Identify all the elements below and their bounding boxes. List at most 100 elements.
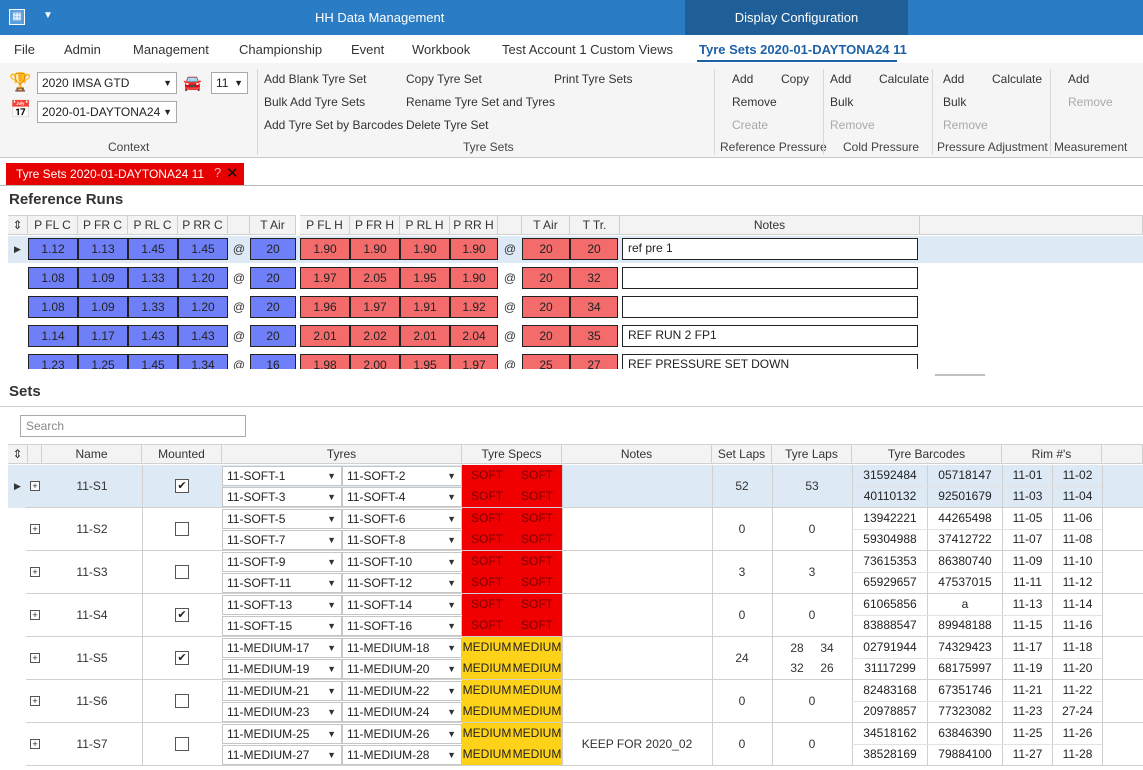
tyre-barcode[interactable]: 59304988 xyxy=(852,529,927,550)
cold-pressure-bulk-button[interactable]: Bulk xyxy=(830,95,853,109)
column-header[interactable]: Tyre Laps xyxy=(772,444,852,464)
ref-pressure-create-button[interactable]: Create xyxy=(732,118,768,132)
set-row[interactable]: +11-S2 11-SOFT-5 ▼ 11-SOFT-6 ▼ 11-SOFT-7 ▼ 11-S… xyxy=(26,508,1143,551)
tyre-select[interactable]: 11-SOFT-12 ▼ xyxy=(342,573,462,593)
column-header[interactable]: Notes xyxy=(562,444,712,464)
mounted-checkbox[interactable] xyxy=(175,737,189,751)
context-tab-display-configuration[interactable]: Display Configuration xyxy=(685,0,908,35)
expand-icon[interactable]: + xyxy=(30,524,40,534)
tyre-barcode[interactable]: 82483168 xyxy=(852,680,927,701)
set-row[interactable]: +11-S6 11-MEDIUM-21 ▼ 11-MEDIUM-22 ▼ 11-MEDIU… xyxy=(26,680,1143,723)
rim-number[interactable]: 11-08 xyxy=(1052,529,1102,550)
set-name[interactable]: 11-S7 xyxy=(42,737,142,751)
tyre-barcode[interactable]: 63846390 xyxy=(927,723,1002,744)
rim-number[interactable]: 11-20 xyxy=(1052,658,1102,679)
set-row[interactable]: +11-S3 11-SOFT-9 ▼ 11-SOFT-10 ▼ 11-SOFT-11 ▼ 11… xyxy=(26,551,1143,594)
menu-tyre-sets[interactable]: Tyre Sets 2020-01-DAYTONA24 11 xyxy=(699,42,907,57)
menu-management[interactable]: Management xyxy=(133,42,209,57)
tyre-select[interactable]: 11-MEDIUM-26 ▼ xyxy=(342,724,462,744)
menu-admin[interactable]: Admin xyxy=(64,42,101,57)
tyre-barcode[interactable]: 47537015 xyxy=(927,572,1002,593)
tyre-select[interactable]: 11-MEDIUM-22 ▼ xyxy=(342,681,462,701)
measurement-remove-button[interactable]: Remove xyxy=(1068,95,1113,109)
bulk-add-tyre-sets-button[interactable]: Bulk Add Tyre Sets xyxy=(264,95,365,109)
tyre-barcode[interactable]: 34518162 xyxy=(852,723,927,744)
delete-tyre-set-button[interactable]: Delete Tyre Set xyxy=(406,118,489,132)
menu-workbook[interactable]: Workbook xyxy=(412,42,470,57)
pressure-adj-bulk-button[interactable]: Bulk xyxy=(943,95,966,109)
rim-number[interactable]: 11-12 xyxy=(1052,572,1102,593)
tyre-barcode[interactable]: 89948188 xyxy=(927,615,1002,636)
set-row[interactable]: +11-S7 11-MEDIUM-25 ▼ 11-MEDIUM-26 ▼ 11-MEDIU… xyxy=(26,723,1143,766)
tyre-barcode[interactable]: 86380740 xyxy=(927,551,1002,572)
document-tab[interactable]: Tyre Sets 2020-01-DAYTONA24 11 ? ✕ xyxy=(6,163,244,185)
tyre-barcode[interactable]: 02791944 xyxy=(852,637,927,658)
rim-number[interactable]: 11-10 xyxy=(1052,551,1102,572)
championship-select[interactable]: 2020 IMSA GTD ▼ xyxy=(37,72,177,94)
tyre-barcode[interactable]: 61065856 xyxy=(852,594,927,615)
tyre-barcode[interactable]: 31117299 xyxy=(852,658,927,679)
rim-number[interactable]: 11-05 xyxy=(1002,508,1052,529)
rim-number[interactable]: 11-27 xyxy=(1002,744,1052,765)
sort-icon[interactable]: ⇕ xyxy=(8,444,28,464)
pressure-adj-remove-button[interactable]: Remove xyxy=(943,118,988,132)
add-tyre-set-by-barcodes-button[interactable]: Add Tyre Set by Barcodes xyxy=(264,118,403,132)
expand-icon[interactable]: + xyxy=(30,567,40,577)
tyre-select[interactable]: 11-MEDIUM-27 ▼ xyxy=(222,745,342,765)
rim-number[interactable]: 11-06 xyxy=(1052,508,1102,529)
rim-number[interactable]: 11-21 xyxy=(1002,680,1052,701)
help-icon[interactable]: ? xyxy=(214,165,221,180)
column-header[interactable]: Tyres xyxy=(222,444,462,464)
expand-icon[interactable]: + xyxy=(30,739,40,749)
rim-number[interactable]: 11-22 xyxy=(1052,680,1102,701)
car-select[interactable]: 11 ▼ xyxy=(211,72,248,94)
set-row[interactable]: +11-S4 ✔ 11-SOFT-13 ▼ 11-SOFT-14 ▼ 11-SOFT-15 ▼… xyxy=(26,594,1143,637)
close-icon[interactable]: ✕ xyxy=(226,164,239,182)
mounted-checkbox[interactable] xyxy=(175,694,189,708)
tyre-select[interactable]: 11-SOFT-2 ▼ xyxy=(342,466,462,486)
tyre-select[interactable]: 11-SOFT-14 ▼ xyxy=(342,595,462,615)
copy-tyre-set-button[interactable]: Copy Tyre Set xyxy=(406,72,482,86)
pressure-adj-calculate-button[interactable]: Calculate xyxy=(992,72,1042,86)
mounted-checkbox[interactable] xyxy=(175,522,189,536)
rim-number[interactable]: 11-07 xyxy=(1002,529,1052,550)
tyre-select[interactable]: 11-MEDIUM-17 ▼ xyxy=(222,638,342,658)
tyre-select[interactable]: 11-MEDIUM-23 ▼ xyxy=(222,702,342,722)
tyre-barcode[interactable]: 37412722 xyxy=(927,529,1002,550)
set-name[interactable]: 11-S5 xyxy=(42,651,142,665)
measurement-add-button[interactable]: Add xyxy=(1068,72,1089,86)
tyre-select[interactable]: 11-MEDIUM-20 ▼ xyxy=(342,659,462,679)
rim-number[interactable]: 27-24 xyxy=(1052,701,1102,722)
tyre-select[interactable]: 11-MEDIUM-18 ▼ xyxy=(342,638,462,658)
chevron-down-icon[interactable]: ▼ xyxy=(43,10,53,21)
rim-number[interactable]: 11-02 xyxy=(1052,465,1102,486)
set-notes[interactable]: KEEP FOR 2020_02 xyxy=(562,737,712,751)
rim-number[interactable]: 11-09 xyxy=(1002,551,1052,572)
tyre-select[interactable]: 11-MEDIUM-28 ▼ xyxy=(342,745,462,765)
tyre-select[interactable]: 11-SOFT-1 ▼ xyxy=(222,466,342,486)
tyre-barcode[interactable]: 38528169 xyxy=(852,744,927,765)
tyre-barcode[interactable]: 74329423 xyxy=(927,637,1002,658)
tyre-barcode[interactable]: 77323082 xyxy=(927,701,1002,722)
tyre-barcode[interactable]: 20978857 xyxy=(852,701,927,722)
rim-number[interactable]: 11-03 xyxy=(1002,486,1052,507)
tyre-select[interactable]: 11-SOFT-3 ▼ xyxy=(222,487,342,507)
menu-custom-views[interactable]: Test Account 1 Custom Views xyxy=(502,42,673,57)
mounted-checkbox[interactable] xyxy=(175,565,189,579)
tyre-barcode[interactable]: 65929657 xyxy=(852,572,927,593)
column-header[interactable]: Name xyxy=(42,444,142,464)
tyre-select[interactable]: 11-MEDIUM-25 ▼ xyxy=(222,724,342,744)
column-header[interactable]: Tyre Specs xyxy=(462,444,562,464)
tyre-barcode[interactable]: 73615353 xyxy=(852,551,927,572)
rim-number[interactable]: 11-26 xyxy=(1052,723,1102,744)
set-name[interactable]: 11-S6 xyxy=(42,694,142,708)
rim-number[interactable]: 11-04 xyxy=(1052,486,1102,507)
set-row[interactable]: +11-S1 ✔ 11-SOFT-1 ▼ 11-SOFT-2 ▼ 11-SOFT-3 ▼ 11-… xyxy=(26,465,1143,508)
tyre-barcode[interactable]: 68175997 xyxy=(927,658,1002,679)
ref-pressure-remove-button[interactable]: Remove xyxy=(732,95,777,109)
mounted-checkbox[interactable]: ✔ xyxy=(175,651,189,665)
tyre-select[interactable]: 11-SOFT-16 ▼ xyxy=(342,616,462,636)
rim-number[interactable]: 11-19 xyxy=(1002,658,1052,679)
tyre-select[interactable]: 11-SOFT-6 ▼ xyxy=(342,509,462,529)
rim-number[interactable]: 11-17 xyxy=(1002,637,1052,658)
